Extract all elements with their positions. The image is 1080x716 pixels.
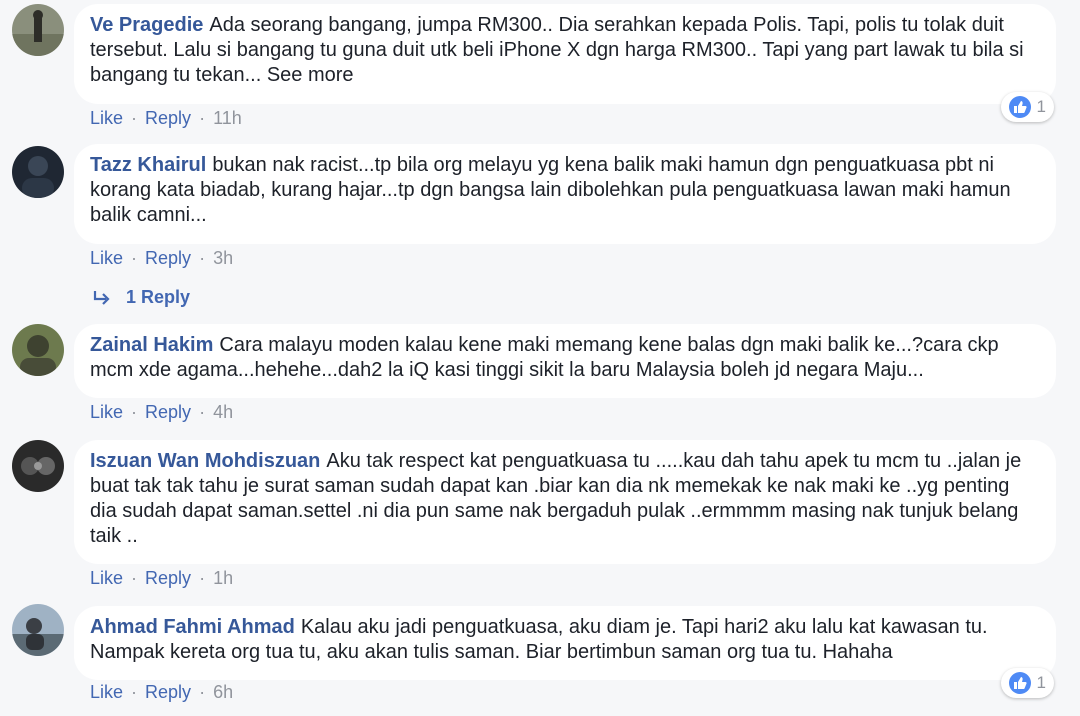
reply-arrow-icon xyxy=(93,290,110,305)
reply-link[interactable]: Reply xyxy=(145,402,191,423)
comment-bubble: Iszuan Wan Mohdiszuan Aku tak respect kat… xyxy=(74,440,1056,564)
comment-text: bukan nak racist...tp bila org melayu yg… xyxy=(90,154,1011,226)
commenter-name[interactable]: Ve Pragedie xyxy=(90,14,203,36)
like-link[interactable]: Like xyxy=(90,248,123,269)
reaction-number: 1 xyxy=(1036,97,1046,116)
avatar-photo-icon xyxy=(12,146,64,198)
avatar-photo-icon xyxy=(12,604,64,656)
comment-text: Cara malayu moden kalau kene maki memang… xyxy=(90,334,999,381)
thumbs-up-icon xyxy=(1008,96,1031,118)
thumbs-up-icon xyxy=(1008,672,1031,694)
avatar[interactable] xyxy=(12,604,64,656)
comment-text: Ada seorang bangang, jumpa RM300.. Dia s… xyxy=(90,14,1024,86)
commenter-name[interactable]: Tazz Khairul xyxy=(90,154,206,176)
reaction-count[interactable]: 1 xyxy=(1000,92,1054,122)
avatar[interactable] xyxy=(12,440,64,492)
comment-actions: Like · Reply · 11h xyxy=(90,108,242,129)
view-replies-link[interactable]: 1 Reply xyxy=(92,287,190,308)
replies-count-label: 1 Reply xyxy=(126,287,191,307)
reply-link[interactable]: Reply xyxy=(145,248,191,269)
separator: · xyxy=(131,248,138,268)
like-link[interactable]: Like xyxy=(90,108,123,129)
commenter-name[interactable]: Zainal Hakim xyxy=(90,334,213,356)
timestamp[interactable]: 1h xyxy=(213,568,233,589)
reply-link[interactable]: Reply xyxy=(145,682,191,703)
avatar[interactable] xyxy=(12,146,64,198)
avatar[interactable] xyxy=(12,4,64,56)
commenter-name[interactable]: Iszuan Wan Mohdiszuan xyxy=(90,450,320,472)
comment-bubble: Ve Pragedie Ada seorang bangang, jumpa RM… xyxy=(74,4,1056,104)
see-more-link[interactable]: See more xyxy=(267,64,354,86)
separator: · xyxy=(199,402,206,422)
timestamp[interactable]: 4h xyxy=(213,402,233,423)
comment-actions: Like · Reply · 3h xyxy=(90,248,233,269)
avatar-photo-icon xyxy=(12,324,64,376)
comment-actions: Like · Reply · 4h xyxy=(90,402,233,423)
comment-bubble: Zainal Hakim Cara malayu moden kalau kene… xyxy=(74,324,1056,398)
comment-bubble: Ahmad Fahmi Ahmad Kalau aku jadi penguatk… xyxy=(74,606,1056,680)
comment-actions: Like · Reply · 6h xyxy=(90,682,233,703)
avatar[interactable] xyxy=(12,324,64,376)
timestamp[interactable]: 11h xyxy=(213,108,242,129)
timestamp[interactable]: 3h xyxy=(213,248,233,269)
separator: · xyxy=(131,682,138,702)
reply-link[interactable]: Reply xyxy=(145,108,191,129)
separator: · xyxy=(131,108,138,128)
separator: · xyxy=(199,248,206,268)
comment-actions: Like · Reply · 1h xyxy=(90,568,233,589)
like-link[interactable]: Like xyxy=(90,682,123,703)
like-link[interactable]: Like xyxy=(90,568,123,589)
reply-link[interactable]: Reply xyxy=(145,568,191,589)
avatar-photo-icon xyxy=(12,440,64,492)
commenter-name[interactable]: Ahmad Fahmi Ahmad xyxy=(90,616,295,638)
separator: · xyxy=(199,682,206,702)
separator: · xyxy=(199,108,206,128)
like-link[interactable]: Like xyxy=(90,402,123,423)
separator: · xyxy=(131,568,138,588)
avatar-photo-icon xyxy=(12,4,64,56)
separator: · xyxy=(199,568,206,588)
reaction-count[interactable]: 1 xyxy=(1000,668,1054,698)
timestamp[interactable]: 6h xyxy=(213,682,233,703)
comment-bubble: Tazz Khairul bukan nak racist...tp bila o… xyxy=(74,144,1056,244)
separator: · xyxy=(131,402,138,422)
reaction-number: 1 xyxy=(1036,673,1046,692)
